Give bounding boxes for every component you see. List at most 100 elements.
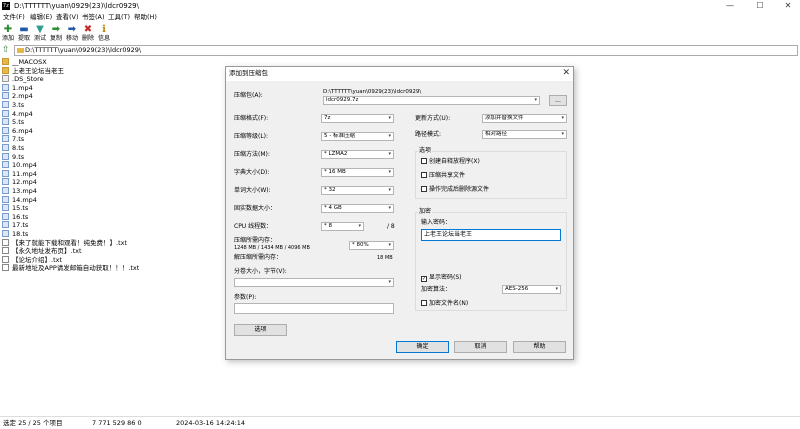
create-sfx-checkbox[interactable]: 创建自释放程序(X) <box>421 158 480 166</box>
archive-label: 压缩包(A): <box>234 92 263 99</box>
format-combo[interactable]: 7z ▾ <box>321 114 394 123</box>
solid-label: 固实数据大小： <box>234 205 277 212</box>
level-combo[interactable]: 5 - 标准压缩 ▾ <box>321 132 394 141</box>
dict-combo[interactable]: * 16 MB ▾ <box>321 168 394 177</box>
file-name: 【论坛介绍】.txt <box>12 255 63 264</box>
folder-icon <box>2 66 9 74</box>
file-name: 14.mp4 <box>12 195 37 204</box>
file-name: 10.mp4 <box>12 161 37 170</box>
help-button[interactable]: 帮助 <box>513 341 566 353</box>
method-combo[interactable]: * LZMA2 ▾ <box>321 150 394 159</box>
menu-help[interactable]: 帮助(H) <box>134 13 157 22</box>
path-text: D:\TTTTTT\yuan\0929(23)\ldcr0929\ <box>25 46 142 54</box>
close-icon[interactable]: ✕ <box>778 0 798 12</box>
method-label: 压缩方法(M): <box>234 151 270 158</box>
dialog-title: 添加到压缩包 <box>229 69 268 77</box>
menu-file[interactable]: 文件(F) <box>3 13 25 22</box>
toolbar-delete-button[interactable]: ✖ 删除 <box>81 24 95 44</box>
address-bar: ⇧ D:\TTTTTT\yuan\0929(23)\ldcr0929\ <box>0 44 800 57</box>
options-button[interactable]: 选项 <box>234 324 287 336</box>
word-combo[interactable]: * 32 ▾ <box>321 186 394 195</box>
show-password-checkbox[interactable]: ✓ 显示密码(S) <box>421 274 462 282</box>
menu-edit[interactable]: 编辑(E) <box>30 13 52 22</box>
file-name: 2.mp4 <box>12 92 33 101</box>
encrypt-names-checkbox[interactable]: 加密文件名(N) <box>421 300 468 308</box>
toolbar: ✚ 添加 ▬ 提取 ▼ 测试 ➡ 复制 ➡ 移动 ✖ 删除 ℹ 信息 <box>0 23 800 44</box>
delete-after-checkbox[interactable]: 操作完成后删除源文件 <box>421 186 489 194</box>
add-to-archive-dialog: 添加到压缩包 ✕ 压缩包(A): D:\TTTTTT\yuan\0929(23)… <box>225 66 574 360</box>
mem-usage-combo[interactable]: * 80% ▾ <box>349 241 394 250</box>
status-size: 7 771 529 86 0 <box>92 419 142 427</box>
browse-button[interactable]: ... <box>549 95 567 106</box>
file-name: 5.ts <box>12 118 25 127</box>
dialog-close-icon[interactable]: ✕ <box>562 68 570 79</box>
archive-path: D:\TTTTTT\yuan\0929(23)\ldcr0929\ <box>323 89 422 95</box>
params-input[interactable] <box>234 303 394 314</box>
file-name: 上老王论坛当老王 <box>12 66 64 75</box>
toolbar-test-button[interactable]: ▼ 测试 <box>33 24 47 44</box>
video-file-icon <box>2 178 9 186</box>
shared-files-checkbox[interactable]: 压缩共享文件 <box>421 172 465 180</box>
format-label: 压缩格式(F): <box>234 115 269 122</box>
archive-name-combo[interactable]: ldcr0929.7z ▾ <box>323 96 540 105</box>
text-file-icon <box>2 247 9 255</box>
file-name: 4.mp4 <box>12 109 33 118</box>
maximize-icon[interactable]: ☐ <box>750 0 770 12</box>
file-name: .DS_Store <box>12 75 44 84</box>
file-name: 13.mp4 <box>12 187 37 195</box>
text-file-icon <box>2 264 9 272</box>
file-name: 【永久地址发布页】.txt <box>12 247 82 256</box>
enc-method-label: 加密算法： <box>421 286 452 293</box>
app-icon: 7z <box>2 2 10 10</box>
update-label: 更新方式(U): <box>415 115 451 122</box>
toolbar-extract-button[interactable]: ▬ 提取 <box>17 24 31 44</box>
up-folder-icon[interactable]: ⇧ <box>2 45 12 55</box>
enc-method-combo[interactable]: AES-256 ▾ <box>502 285 561 294</box>
path-input[interactable]: D:\TTTTTT\yuan\0929(23)\ldcr0929\ <box>14 45 798 56</box>
toolbar-add-button[interactable]: ✚ 添加 <box>1 24 15 44</box>
split-combo[interactable]: ▾ <box>234 278 394 287</box>
menu-bookmarks[interactable]: 书签(A) <box>82 13 105 22</box>
menu-tools[interactable]: 工具(T) <box>108 13 130 22</box>
solid-combo[interactable]: * 4 GB ▾ <box>321 204 394 213</box>
ok-button[interactable]: 确定 <box>396 341 449 353</box>
video-file-icon <box>2 126 9 134</box>
toolbar-move-button[interactable]: ➡ 移动 <box>65 24 79 44</box>
video-file-icon <box>2 187 9 194</box>
status-bar: 选定 25 / 25 个项目 7 771 529 86 0 2024-03-16… <box>0 416 800 429</box>
video-file-icon <box>2 83 9 91</box>
toolbar-copy-button[interactable]: ➡ 复制 <box>49 24 63 44</box>
toolbar-info-button[interactable]: ℹ 信息 <box>97 24 111 44</box>
copy-icon: ➡ <box>51 24 61 35</box>
video-file-icon <box>2 144 9 151</box>
update-combo[interactable]: 添加并替换文件 ▾ <box>482 114 567 123</box>
threads-combo[interactable]: * 8 ▾ <box>321 222 364 231</box>
video-file-icon <box>2 212 9 220</box>
video-file-icon <box>2 118 9 126</box>
file-name: 12.mp4 <box>12 178 37 187</box>
cancel-button[interactable]: 取消 <box>454 341 507 353</box>
pathmode-label: 路径模式: <box>415 131 442 138</box>
pathmode-combo[interactable]: 相对路径 ▾ <box>482 130 567 139</box>
video-file-icon <box>2 195 9 203</box>
minimize-icon[interactable]: — <box>720 0 740 12</box>
file-name: 8.ts <box>12 144 25 152</box>
options-group-title: 选项 <box>418 147 433 155</box>
level-label: 压缩等级(L): <box>234 133 269 140</box>
list-item[interactable]: 最新地址及APP请发邮箱自动获取！！！.txt <box>2 264 139 273</box>
text-file-icon <box>2 255 9 263</box>
password-input[interactable]: 上老王论坛当老王 <box>421 229 561 241</box>
word-label: 单词大小(W): <box>234 187 271 194</box>
threads-total: / 8 <box>387 223 395 230</box>
file-name: 18.ts <box>12 230 29 238</box>
threads-label: CPU 线程数： <box>234 223 273 230</box>
file-name: 1.mp4 <box>12 83 33 92</box>
info-icon: ℹ <box>102 24 106 35</box>
file-icon <box>2 75 9 83</box>
menu-view[interactable]: 查看(V) <box>56 13 79 22</box>
password-label: 输入密码： <box>421 219 452 226</box>
video-file-icon <box>2 92 9 100</box>
file-name: 7.ts <box>12 135 25 144</box>
file-name: 6.mp4 <box>12 126 33 135</box>
mem-decomp-label: 解压缩所需内存： <box>234 254 283 261</box>
